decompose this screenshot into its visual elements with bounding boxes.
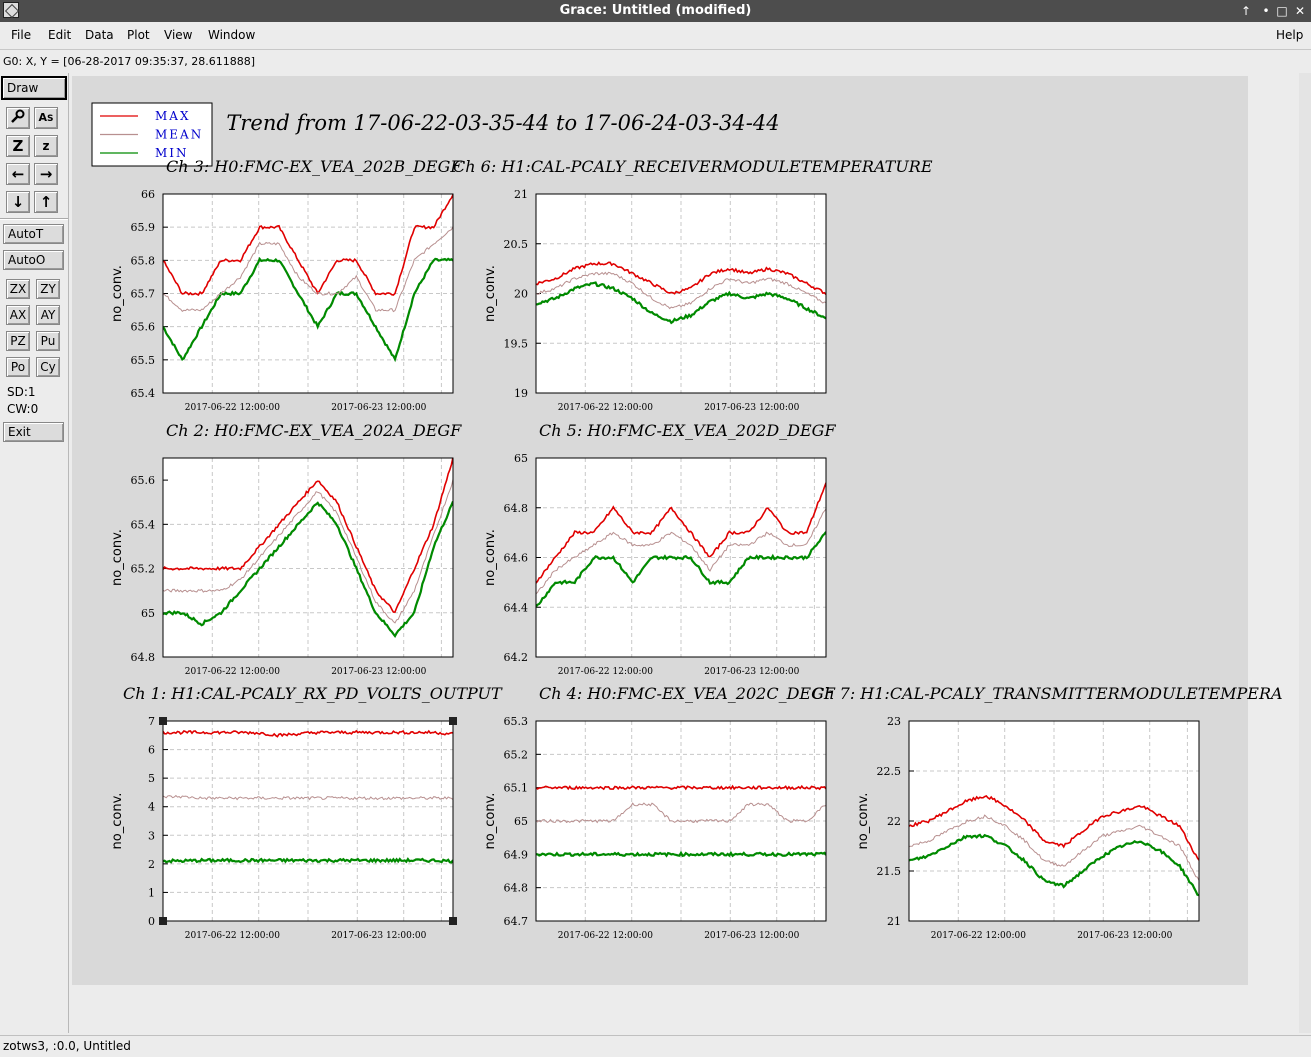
y-tick-label: 65.8: [131, 254, 156, 267]
y-axis-label: no_conv.: [110, 265, 125, 322]
y-axis-label: no_conv.: [483, 529, 498, 586]
y-tick-label: 64.7: [504, 915, 529, 928]
chart-title: Ch 1: H1:CAL-PCALY_RX_PD_VOLTS_OUTPUT: [123, 684, 503, 703]
x-tick-label: 2017-06-22 12:00:00: [185, 931, 280, 941]
y-tick-label: 21.5: [877, 865, 902, 878]
y-tick-label: 65: [141, 607, 155, 620]
chart-2[interactable]: 19 19.5 20 20.5 21 2017-06-22 12:00:00 2017-06…: [453, 157, 933, 413]
status-text: zotws3, :0.0, Untitled: [3, 1039, 131, 1053]
y-tick-label: 65.4: [131, 518, 156, 531]
y-tick-label: 65.5: [131, 354, 156, 367]
y-tick-label: 64.8: [504, 502, 529, 515]
x-tick-label: 2017-06-23 12:00:00: [331, 667, 426, 677]
y-tick-label: 65.1: [504, 782, 529, 795]
y-tick-label: 7: [148, 715, 155, 728]
y-tick-label: 65.3: [504, 715, 529, 728]
statusbar: zotws3, :0.0, Untitled: [0, 1035, 1311, 1057]
y-tick-label: 65.9: [131, 221, 156, 234]
x-tick-label: 2017-06-22 12:00:00: [931, 931, 1026, 941]
x-tick-label: 2017-06-22 12:00:00: [558, 667, 653, 677]
chart-title: Ch 7: H1:CAL-PCALY_TRANSMITTERMODULETEMP…: [812, 684, 1283, 703]
chart-title: Ch 3: H0:FMC-EX_VEA_202B_DEGF: [166, 157, 462, 176]
y-tick-label: 20.5: [504, 238, 529, 251]
y-tick-label: 21: [514, 188, 528, 201]
legend-label: MEAN: [155, 128, 203, 142]
x-tick-label: 2017-06-22 12:00:00: [185, 667, 280, 677]
y-tick-label: 65.2: [131, 563, 156, 576]
x-tick-label: 2017-06-22 12:00:00: [185, 403, 280, 413]
selection-handle[interactable]: [449, 917, 457, 925]
y-tick-label: 65.6: [131, 321, 156, 334]
y-axis-label: no_conv.: [856, 793, 871, 850]
chart-title: Ch 2: H0:FMC-EX_VEA_202A_DEGF: [166, 421, 462, 440]
y-tick-label: 64.4: [504, 601, 529, 614]
y-tick-label: 64.6: [504, 552, 529, 565]
x-tick-label: 2017-06-23 12:00:00: [331, 403, 426, 413]
y-tick-label: 1: [148, 886, 155, 899]
selection-handle[interactable]: [159, 917, 167, 925]
chart-4[interactable]: 64.2 64.4 64.6 64.8 65 2017-06-22 12:00:00 201…: [483, 421, 836, 677]
y-axis-label: no_conv.: [110, 529, 125, 586]
y-tick-label: 65.4: [131, 387, 156, 400]
y-tick-label: 4: [148, 801, 155, 814]
y-axis-label: no_conv.: [483, 265, 498, 322]
y-tick-label: 64.8: [504, 882, 529, 895]
y-tick-label: 65.7: [131, 288, 156, 301]
y-tick-label: 20: [514, 288, 528, 301]
legend-label: MAX: [155, 109, 191, 123]
y-tick-label: 21: [887, 915, 901, 928]
y-tick-label: 19.5: [504, 337, 529, 350]
y-tick-label: 64.8: [131, 651, 156, 664]
selection-handle[interactable]: [449, 717, 457, 725]
y-tick-label: 65: [514, 452, 528, 465]
x-tick-label: 2017-06-23 12:00:00: [704, 931, 799, 941]
y-tick-label: 22.5: [877, 765, 902, 778]
x-tick-label: 2017-06-22 12:00:00: [558, 403, 653, 413]
chart-3[interactable]: 64.8 65 65.2 65.4 65.6 2017-06-22 12:00:00 201…: [110, 421, 462, 677]
y-tick-label: 5: [148, 772, 155, 785]
y-axis-label: no_conv.: [110, 793, 125, 850]
figure-canvas: MAXMEANMIN Trend from 17-06-22-03-35-44 …: [91, 102, 1283, 941]
chart-title: Ch 5: H0:FMC-EX_VEA_202D_DEGF: [539, 421, 836, 440]
y-tick-label: 3: [148, 829, 155, 842]
y-axis-label: no_conv.: [483, 793, 498, 850]
y-tick-label: 22: [887, 815, 901, 828]
x-tick-label: 2017-06-23 12:00:00: [704, 403, 799, 413]
chart-6[interactable]: 64.7 64.8 64.9 65 65.1 65.2 65.3 2017-06-22 12:…: [483, 684, 836, 941]
selection-handle[interactable]: [159, 717, 167, 725]
x-tick-label: 2017-06-23 12:00:00: [704, 667, 799, 677]
y-tick-label: 19: [514, 387, 528, 400]
y-tick-label: 6: [148, 744, 155, 757]
x-tick-label: 2017-06-23 12:00:00: [331, 931, 426, 941]
y-tick-label: 65: [514, 815, 528, 828]
y-tick-label: 23: [887, 715, 901, 728]
chart-7[interactable]: 21 21.5 22 22.5 23 2017-06-22 12:00:00 2017-06…: [812, 684, 1283, 941]
x-tick-label: 2017-06-23 12:00:00: [1077, 931, 1172, 941]
x-tick-label: 2017-06-22 12:00:00: [558, 931, 653, 941]
y-tick-label: 64.2: [504, 651, 529, 664]
figure-title: Trend from 17-06-22-03-35-44 to 17-06-24…: [226, 111, 779, 135]
y-tick-label: 64.9: [504, 848, 529, 861]
y-tick-label: 65.2: [504, 748, 529, 761]
chart-title: Ch 4: H0:FMC-EX_VEA_202C_DEGF: [539, 684, 836, 703]
y-tick-label: 66: [141, 188, 155, 201]
y-tick-label: 2: [148, 858, 155, 871]
chart-title: Ch 6: H1:CAL-PCALY_RECEIVERMODULETEMPERA…: [453, 157, 933, 176]
y-tick-label: 65.6: [131, 474, 156, 487]
y-tick-label: 0: [148, 915, 155, 928]
chart-5[interactable]: 0 1 2 3 4 5 6 7 2017-06-22 12:00:00 2017-06-23 12…: [110, 684, 503, 941]
chart-1[interactable]: 65.4 65.5 65.6 65.7 65.8 65.9 66 2017-06-22 12:…: [110, 157, 462, 413]
